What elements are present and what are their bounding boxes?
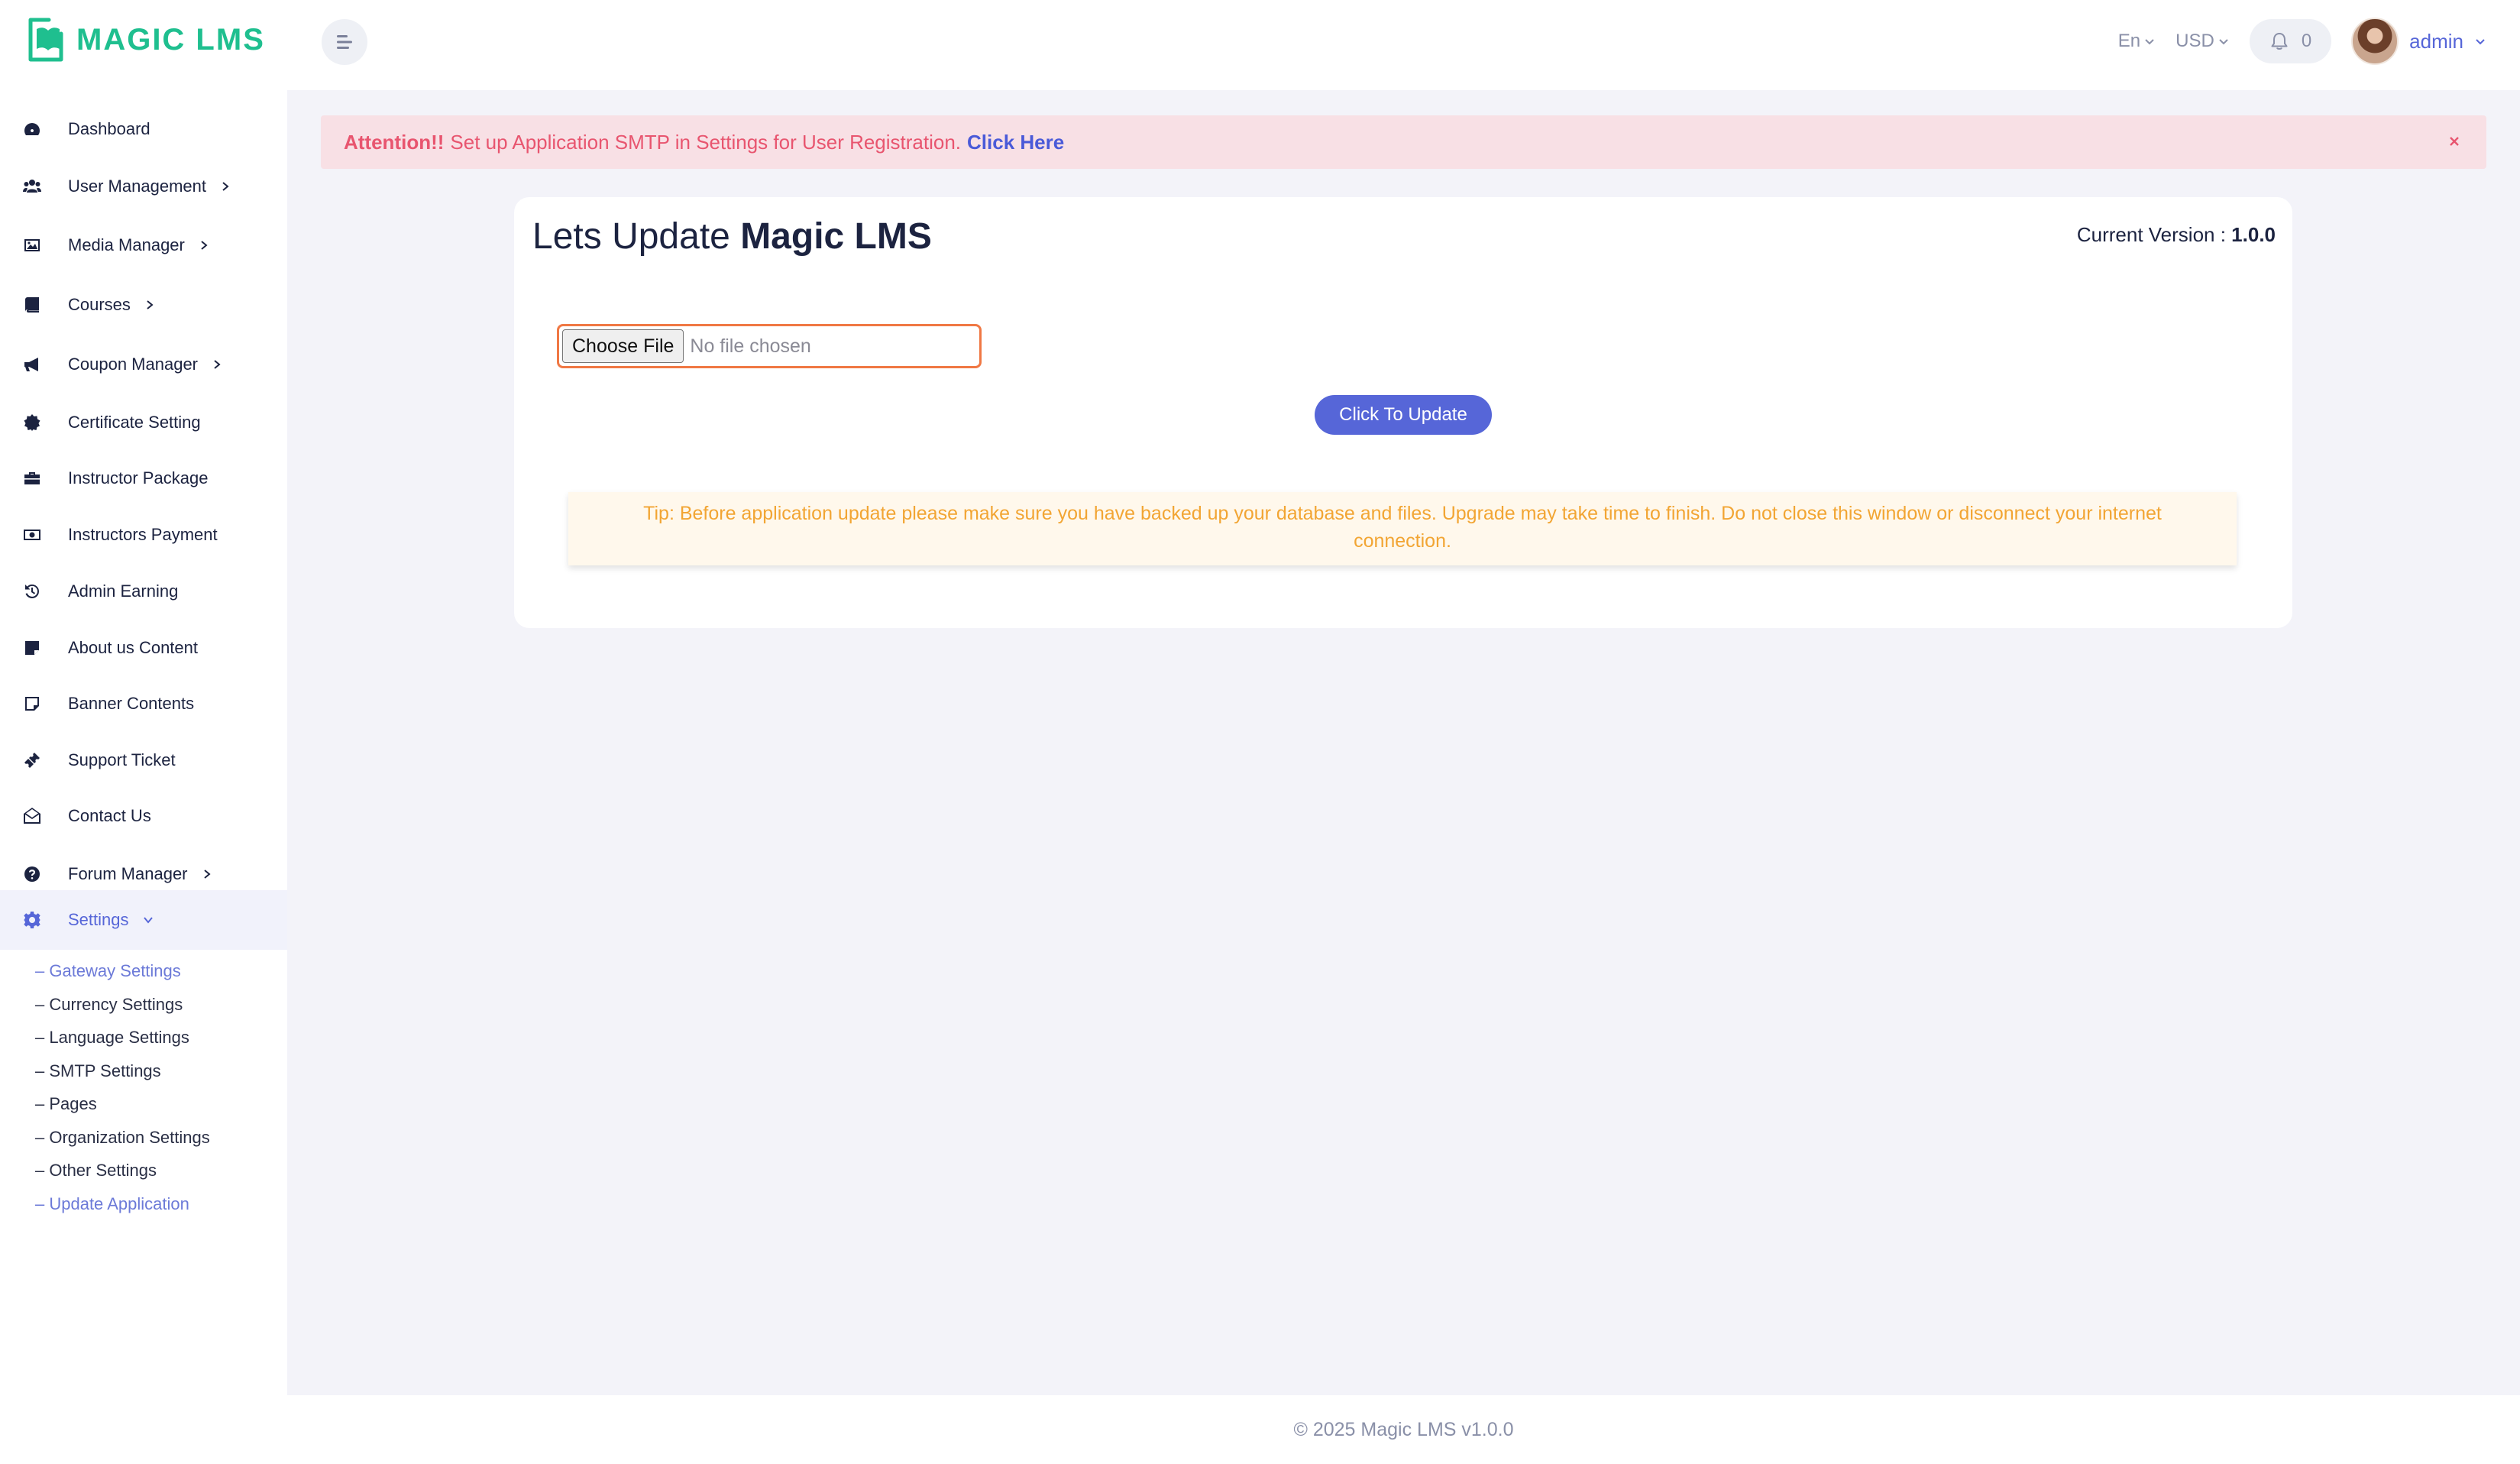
currency-select[interactable]: USD — [2175, 31, 2230, 52]
sub-item-gateway-settings[interactable]: – Gateway Settings — [35, 960, 181, 983]
sub-item-other-settings[interactable]: – Other Settings — [35, 1159, 157, 1182]
sidebar-item-label: Instructor Package — [68, 468, 209, 487]
sub-item-smtp-settings[interactable]: – SMTP Settings — [35, 1060, 161, 1083]
dashboard-icon — [21, 118, 43, 140]
menu-lines-icon — [337, 35, 352, 49]
image-icon — [21, 235, 43, 256]
footer: © 2025 Magic LMS v1.0.0 — [287, 1395, 2520, 1464]
sidebar-item-media-manager[interactable]: Media Manager — [0, 217, 287, 274]
footer-text: © 2025 Magic LMS v1.0.0 — [1293, 1418, 1514, 1440]
sidebar-item-contact-us[interactable]: Contact Us — [0, 788, 287, 844]
sidebar-item-label: Certificate Setting — [68, 413, 201, 432]
briefcase-icon — [21, 468, 43, 489]
bell-icon — [2271, 33, 2288, 50]
sidebar-toggle-button[interactable] — [322, 19, 367, 65]
version-value: 1.0.0 — [2231, 223, 2276, 246]
sidebar: Dashboard User Management Media Manager … — [0, 90, 287, 1464]
update-card: Lets Update Magic LMS Current Version : … — [514, 197, 2292, 628]
sidebar-item-label: Dashboard — [68, 119, 150, 138]
header-actions: En USD 0 admin — [2118, 17, 2486, 66]
question-icon — [21, 863, 43, 885]
sidebar-item-label: Coupon Manager — [68, 355, 199, 374]
current-version: Current Version : 1.0.0 — [2077, 223, 2276, 247]
envelope-open-icon — [21, 805, 43, 827]
sub-item-currency-settings[interactable]: – Currency Settings — [35, 993, 183, 1016]
sub-item-organization-settings[interactable]: – Organization Settings — [35, 1126, 210, 1149]
chevron-right-icon — [147, 300, 154, 309]
money-icon — [21, 524, 43, 546]
ticket-icon — [21, 750, 43, 771]
sidebar-item-settings[interactable]: Settings — [0, 890, 287, 950]
chevron-right-icon — [214, 360, 221, 369]
version-label: Current Version : — [2076, 223, 2226, 246]
sidebar-item-instructor-package[interactable]: Instructor Package — [0, 450, 287, 507]
sidebar-item-label: About us Content — [68, 638, 199, 657]
file-status: No file chosen — [690, 335, 811, 357]
logo-book-icon — [28, 18, 63, 62]
megaphone-icon — [21, 354, 43, 375]
history-icon — [21, 581, 43, 602]
certificate-icon — [21, 412, 43, 433]
sidebar-item-label: Admin Earning — [68, 581, 179, 601]
sidebar-item-support-ticket[interactable]: Support Ticket — [0, 732, 287, 789]
alert-strong: Attention!! — [344, 130, 445, 154]
sidebar-item-label: Forum Manager — [68, 864, 188, 883]
title-strong: Magic LMS — [740, 216, 932, 257]
sidebar-item-banner-contents[interactable]: Banner Contents — [0, 675, 287, 732]
file-upload-input[interactable]: Choose File No file chosen — [557, 324, 982, 368]
sidebar-item-about-us-content[interactable]: About us Content — [0, 620, 287, 676]
sidebar-item-label: Courses — [68, 295, 131, 314]
currency-value: USD — [2175, 31, 2214, 51]
user-name: admin — [2409, 29, 2463, 53]
chevron-down-icon — [2145, 39, 2154, 45]
users-icon — [21, 176, 43, 197]
chevron-right-icon — [201, 241, 208, 250]
chevron-down-icon — [143, 917, 153, 924]
book-icon — [21, 294, 43, 316]
language-value: En — [2117, 31, 2141, 51]
sidebar-item-certificate-setting[interactable]: Certificate Setting — [0, 394, 287, 451]
sidebar-item-label: Settings — [68, 910, 129, 929]
sidebar-item-label: User Management — [68, 177, 206, 196]
sidebar-item-user-management[interactable]: User Management — [0, 158, 287, 215]
avatar — [2351, 18, 2399, 65]
sub-item-update-application[interactable]: – Update Application — [35, 1193, 189, 1216]
sidebar-item-instructors-payment[interactable]: Instructors Payment — [0, 507, 287, 563]
tip-message: Tip: Before application update please ma… — [568, 492, 2237, 565]
sidebar-item-label: Media Manager — [68, 235, 185, 254]
user-menu[interactable]: admin — [2351, 18, 2486, 65]
notification-count: 0 — [2301, 31, 2312, 51]
sidebar-item-label: Banner Contents — [68, 694, 195, 713]
note-icon — [21, 637, 43, 659]
sidebar-item-label: Contact Us — [68, 806, 151, 825]
alert-message: Set up Application SMTP in Settings for … — [450, 130, 962, 154]
language-select[interactable]: En — [2118, 31, 2156, 52]
sticky-note-icon — [21, 693, 43, 714]
title-prefix: Lets Update — [532, 216, 730, 257]
chevron-down-icon — [2219, 39, 2228, 45]
chevron-down-icon — [2476, 39, 2485, 45]
sidebar-item-coupon-manager[interactable]: Coupon Manager — [0, 336, 287, 393]
sidebar-item-label: Support Ticket — [68, 750, 176, 769]
smtp-alert: Attention!! Set up Application SMTP in S… — [321, 115, 2486, 169]
top-header: MAGIC LMS En USD 0 admin — [0, 0, 2520, 90]
sidebar-item-courses[interactable]: Courses — [0, 277, 287, 333]
update-button[interactable]: Click To Update — [1315, 395, 1492, 435]
page-title: Lets Update Magic LMS — [532, 215, 932, 257]
sub-item-language-settings[interactable]: – Language Settings — [35, 1026, 189, 1049]
alert-link[interactable]: Click Here — [967, 131, 1064, 154]
gear-icon — [21, 909, 43, 931]
sub-item-pages[interactable]: – Pages — [35, 1093, 97, 1116]
choose-file-button[interactable]: Choose File — [562, 329, 684, 363]
sidebar-item-dashboard[interactable]: Dashboard — [0, 101, 287, 157]
chevron-right-icon — [203, 870, 211, 879]
brand-name: MAGIC LMS — [76, 22, 265, 57]
brand-logo[interactable]: MAGIC LMS — [26, 17, 265, 63]
notification-button[interactable]: 0 — [2249, 19, 2332, 63]
close-icon[interactable] — [2444, 131, 2465, 152]
sidebar-item-label: Instructors Payment — [68, 525, 218, 544]
chevron-right-icon — [222, 182, 229, 191]
sidebar-item-admin-earning[interactable]: Admin Earning — [0, 563, 287, 620]
